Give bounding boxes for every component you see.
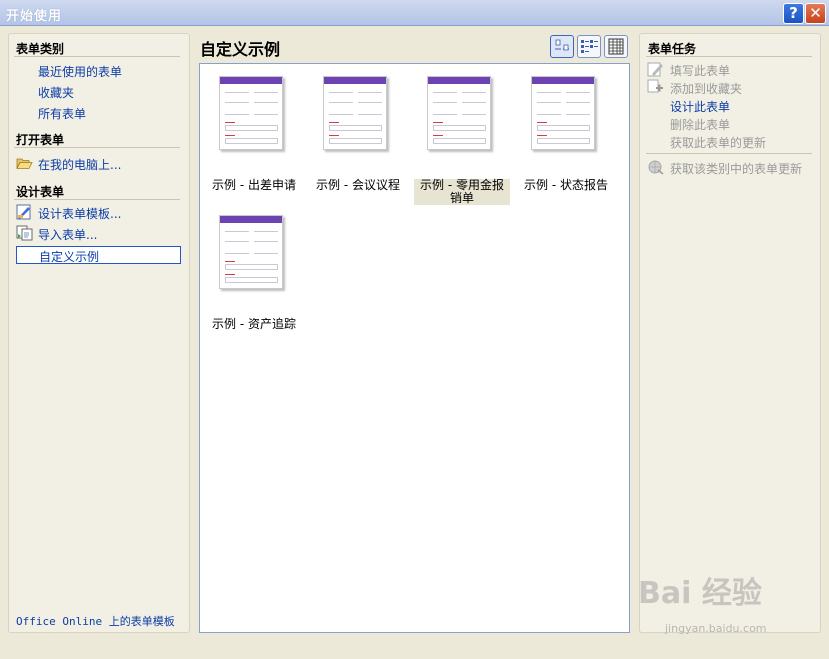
gallery-title: 自定义示例: [200, 40, 281, 59]
task-get-category-updates[interactable]: 获取该类别中的表单更新: [670, 160, 802, 177]
add-favorite-icon: [647, 79, 663, 93]
title-bar: 开始使用 ? ✕: [0, 0, 829, 26]
custom-samples[interactable]: 自定义示例: [39, 248, 99, 265]
fill-out-form-icon: [647, 62, 663, 77]
large-icons-icon: [555, 39, 569, 51]
section-title-form-tasks: 表单任务: [648, 42, 697, 56]
watermark-brand: Bai 经验: [638, 576, 762, 611]
design-template-icon: [16, 204, 31, 220]
task-add-to-favorites[interactable]: 添加到收藏夹: [670, 80, 742, 97]
left-panel: [8, 33, 190, 633]
category-recent[interactable]: 最近使用的表单: [38, 63, 122, 80]
task-get-updates[interactable]: 获取此表单的更新: [670, 134, 766, 151]
import-form-icon: [16, 225, 33, 241]
view-large-icons-button[interactable]: [550, 35, 574, 58]
office-online-templates-link[interactable]: Office Online 上的表单模板: [16, 613, 175, 629]
divider: [14, 147, 180, 148]
category-all[interactable]: 所有表单: [38, 105, 86, 122]
section-title-design-form: 设计表单: [16, 185, 65, 199]
view-details-button[interactable]: [604, 35, 628, 58]
section-title-open-form: 打开表单: [16, 133, 65, 147]
section-title-form-category: 表单类别: [16, 42, 65, 56]
help-button[interactable]: ?: [783, 3, 804, 24]
watermark-url: jingyan.baidu.com: [665, 622, 767, 635]
divider: [14, 199, 180, 200]
list-view-icon: [581, 40, 598, 53]
task-design-this-form[interactable]: 设计此表单: [670, 98, 730, 115]
window-title: 开始使用: [6, 9, 63, 24]
divider: [14, 56, 180, 57]
form-caption[interactable]: 示例 - 会议议程: [310, 179, 406, 192]
form-caption[interactable]: 示例 - 资产追踪: [206, 318, 302, 331]
form-thumbnail[interactable]: [323, 76, 387, 150]
category-favorites[interactable]: 收藏夹: [38, 84, 74, 101]
divider: [646, 56, 812, 57]
import-form[interactable]: 导入表单...: [38, 226, 97, 243]
update-globe-icon: [648, 160, 664, 175]
open-on-my-computer[interactable]: 在我的电脑上...: [38, 156, 121, 173]
form-thumbnail[interactable]: [427, 76, 491, 150]
close-button[interactable]: ✕: [805, 3, 826, 24]
form-caption-selected[interactable]: 示例 - 零用金报销单: [414, 179, 510, 205]
divider: [646, 153, 812, 154]
design-form-template[interactable]: 设计表单模板...: [38, 205, 121, 222]
details-view-icon: [608, 38, 624, 55]
form-caption[interactable]: 示例 - 出差申请: [206, 179, 302, 192]
form-thumbnail[interactable]: [219, 76, 283, 150]
form-thumbnail[interactable]: [219, 215, 283, 289]
form-thumbnail[interactable]: [531, 76, 595, 150]
view-list-button[interactable]: [577, 35, 601, 58]
task-delete-form[interactable]: 删除此表单: [670, 116, 730, 133]
folder-open-icon: [16, 158, 33, 169]
form-caption[interactable]: 示例 - 状态报告: [518, 179, 614, 192]
task-fill-out[interactable]: 填写此表单: [670, 62, 730, 79]
